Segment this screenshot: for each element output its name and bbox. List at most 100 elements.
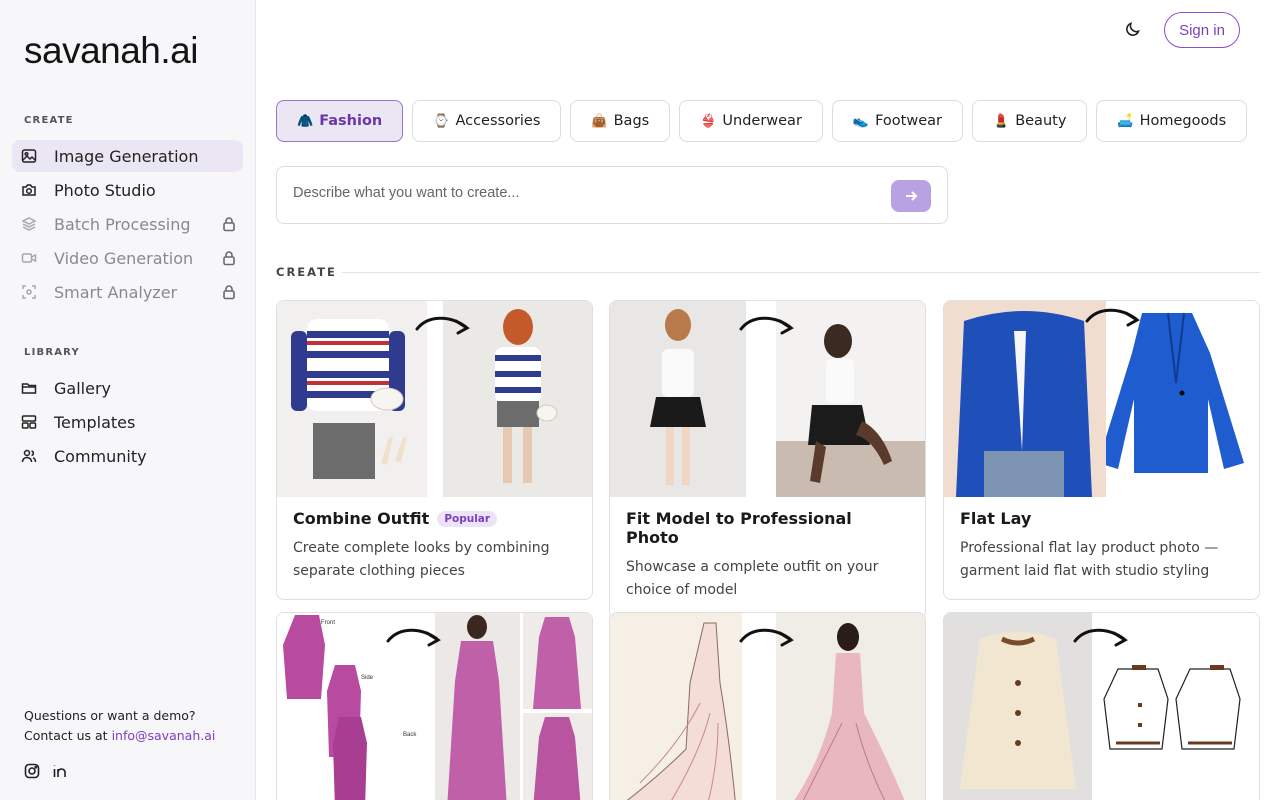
- front-label: Front: [321, 620, 335, 626]
- sidebar-item-label: Smart Analyzer: [54, 282, 178, 302]
- watch-icon: ⌚: [433, 113, 450, 129]
- sidebar-item-video-generation[interactable]: Video Generation: [12, 242, 243, 274]
- card-title: Flat Lay: [960, 509, 1032, 528]
- sidebar-item-templates[interactable]: Templates: [12, 406, 243, 438]
- curved-arrow-icon: [414, 311, 472, 335]
- gown-photo-image: [776, 613, 925, 800]
- card-description: Showcase a complete outfit on your choic…: [626, 559, 879, 598]
- template-card-sketch-to-photo[interactable]: [609, 612, 926, 800]
- sidebar-item-label: Batch Processing: [54, 214, 191, 234]
- category-tab-beauty[interactable]: 💄 Beauty: [972, 100, 1088, 142]
- sidebar: savanah.ai CREATE Image Generation Photo…: [0, 0, 256, 800]
- video-icon: [20, 249, 38, 267]
- sign-in-button[interactable]: Sign in: [1164, 12, 1240, 48]
- gown-sketch-image: [610, 613, 742, 800]
- card-title-row: Fit Model to Professional Photo: [626, 509, 909, 547]
- card-title: Fit Model to Professional Photo: [626, 509, 852, 547]
- sidebar-item-batch-processing[interactable]: Batch Processing: [12, 208, 243, 240]
- card-body: Flat Lay Professional flat lay product p…: [944, 497, 1259, 599]
- linkedin-icon[interactable]: [52, 763, 68, 779]
- sneaker-icon: 👟: [852, 113, 870, 129]
- contact-line: Contact us at info@savanah.ai: [24, 726, 215, 746]
- professional-photo-image: [776, 301, 925, 497]
- curved-arrow-icon: [385, 623, 443, 647]
- handbag-icon: 👜: [591, 113, 608, 129]
- prompt-box: [276, 166, 948, 224]
- card-body: Combine Outfit Popular Create complete lo…: [277, 497, 592, 599]
- templates-icon: [20, 413, 38, 431]
- brand-logo[interactable]: savanah.ai: [24, 30, 198, 72]
- category-label: Footwear: [875, 113, 942, 129]
- prompt-input[interactable]: [293, 185, 873, 201]
- category-tab-footwear[interactable]: 👟 Footwear: [831, 100, 963, 142]
- lipstick-icon: 💄: [993, 113, 1010, 129]
- social-links: [24, 763, 68, 779]
- card-preview-image: Front Side Back: [277, 613, 592, 800]
- scan-icon: [20, 283, 38, 301]
- category-tab-accessories[interactable]: ⌚ Accessories: [412, 100, 562, 142]
- lock-icon: [221, 250, 237, 266]
- sidebar-item-label: Video Generation: [54, 248, 194, 268]
- flat-lay-blazer-image: [1098, 301, 1259, 497]
- category-label: Beauty: [1015, 113, 1067, 129]
- library-section-label: LIBRARY: [24, 347, 80, 358]
- sidebar-item-image-generation[interactable]: Image Generation: [12, 140, 243, 172]
- category-tabs: 🧥 Fashion ⌚ Accessories 👜 Bags 👙 Underwear 👟…: [276, 100, 1248, 142]
- template-card-multi-view[interactable]: Front Side Back: [276, 612, 593, 800]
- category-label: Bags: [613, 113, 650, 129]
- category-label: Underwear: [722, 113, 802, 129]
- section-divider: [342, 272, 1260, 273]
- create-nav: Image Generation Photo Studio Batch Proc…: [12, 140, 243, 310]
- template-card-combine-outfit[interactable]: Combine Outfit Popular Create complete lo…: [276, 300, 593, 600]
- sidebar-item-label: Gallery: [54, 378, 111, 398]
- send-button[interactable]: [891, 180, 931, 212]
- curved-arrow-icon: [738, 311, 796, 335]
- sidebar-item-community[interactable]: Community: [12, 440, 243, 472]
- sidebar-item-label: Community: [54, 446, 147, 466]
- card-preview-image: [277, 301, 592, 497]
- popular-badge: Popular: [437, 510, 498, 527]
- library-nav: Gallery Templates Community: [12, 372, 243, 474]
- camera-icon: [20, 181, 38, 199]
- curved-arrow-icon: [1072, 623, 1130, 647]
- arrow-right-icon: [906, 191, 918, 201]
- category-label: Accessories: [455, 113, 541, 129]
- contact-email-link[interactable]: info@savanah.ai: [112, 728, 216, 743]
- card-preview-image: [944, 613, 1259, 800]
- instagram-icon[interactable]: [24, 763, 40, 779]
- template-card-flat-lay[interactable]: Flat Lay Professional flat lay product p…: [943, 300, 1260, 600]
- card-title-row: Combine Outfit Popular: [293, 509, 576, 528]
- template-card-photo-to-sketch[interactable]: [943, 612, 1260, 800]
- curved-arrow-icon: [1084, 303, 1142, 327]
- category-label: Fashion: [319, 113, 383, 129]
- jacket-photo-image: [944, 613, 1092, 800]
- curved-arrow-icon: [738, 623, 796, 647]
- outfit-on-model-image: [610, 301, 746, 497]
- contact-block: Questions or want a demo? Contact us at …: [24, 706, 215, 746]
- contact-prefix: Contact us at: [24, 728, 112, 743]
- create-section-label: CREATE: [24, 115, 74, 126]
- bikini-icon: 👙: [700, 113, 717, 129]
- layers-icon: [20, 215, 38, 233]
- blazer-on-model-image: [944, 301, 1106, 497]
- card-title-row: Flat Lay: [960, 509, 1243, 528]
- sidebar-item-photo-studio[interactable]: Photo Studio: [12, 174, 243, 206]
- category-tab-homegoods[interactable]: 🛋️ Homegoods: [1096, 100, 1248, 142]
- contact-question: Questions or want a demo?: [24, 708, 196, 723]
- lock-icon: [221, 216, 237, 232]
- users-icon: [20, 447, 38, 465]
- category-tab-bags[interactable]: 👜 Bags: [570, 100, 671, 142]
- sidebar-item-gallery[interactable]: Gallery: [12, 372, 243, 404]
- category-tab-fashion[interactable]: 🧥 Fashion: [276, 100, 404, 142]
- section-title: CREATE: [276, 265, 337, 279]
- category-label: Homegoods: [1139, 113, 1227, 129]
- side-label: Side: [361, 675, 374, 681]
- card-title: Combine Outfit: [293, 509, 430, 528]
- moon-icon[interactable]: [1124, 20, 1144, 40]
- category-tab-underwear[interactable]: 👙 Underwear: [679, 100, 823, 142]
- sidebar-item-label: Templates: [54, 412, 136, 432]
- card-description: Professional flat lay product photo — ga…: [960, 540, 1219, 579]
- template-card-fit-model[interactable]: Fit Model to Professional Photo Showcase…: [609, 300, 926, 619]
- outfit-pieces-image: [277, 301, 427, 497]
- sidebar-item-smart-analyzer[interactable]: Smart Analyzer: [12, 276, 243, 308]
